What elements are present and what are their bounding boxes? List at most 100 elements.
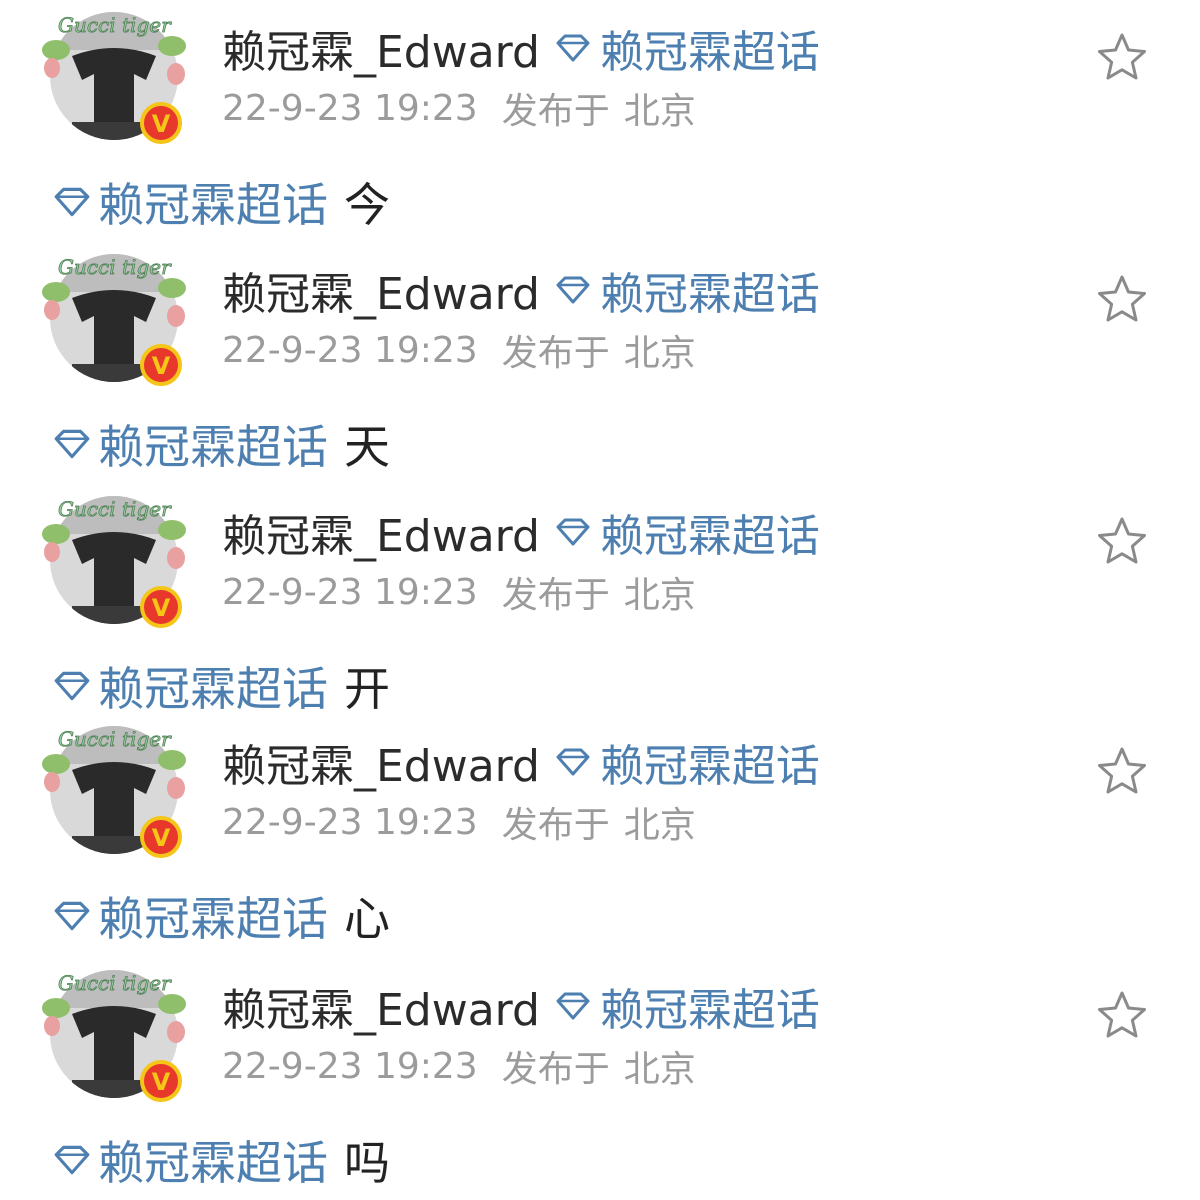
post-meta: 22-9-23 19:23 发布于 北京	[222, 1042, 696, 1091]
post-location: 北京	[623, 1049, 696, 1090]
user-avatar[interactable]: Gucci tiger V	[42, 968, 186, 1102]
published-label: 发布于	[501, 91, 610, 132]
star-outline-icon[interactable]	[1094, 514, 1150, 570]
user-avatar[interactable]: Gucci tiger V	[42, 494, 186, 628]
body-topic-label: 赖冠霖超话	[98, 662, 328, 716]
verified-badge-icon: V	[140, 1060, 182, 1102]
post-text: 今	[344, 178, 390, 232]
post-header: Gucci tiger V 赖冠霖_Edward 赖冠霖超话 22-9-23 1…	[0, 714, 1200, 874]
avatar-overlay-text: Gucci tiger	[58, 255, 172, 279]
published-label: 发布于	[501, 1049, 610, 1090]
published-label: 发布于	[501, 333, 610, 374]
post-text: 天	[344, 420, 390, 474]
diamond-icon	[54, 901, 90, 931]
post-location: 北京	[623, 805, 696, 846]
post-location: 北京	[623, 575, 696, 616]
post-text: 开	[344, 662, 390, 716]
star-outline-icon[interactable]	[1094, 272, 1150, 328]
star-outline-icon[interactable]	[1094, 30, 1150, 86]
post-body: 赖冠霖超话 今	[52, 172, 390, 232]
feed-post: Gucci tiger V 赖冠霖_Edward 赖冠霖超话 22-9-23 1…	[0, 484, 1200, 724]
body-topic-link[interactable]: 赖冠霖超话	[52, 1127, 328, 1193]
post-meta: 22-9-23 19:23 发布于 北京	[222, 568, 696, 617]
verified-badge-text: V	[152, 110, 171, 138]
diamond-icon	[556, 34, 590, 62]
username-row: 赖冠霖_Edward 赖冠霖超话	[222, 976, 820, 1036]
star-outline-icon[interactable]	[1094, 988, 1150, 1044]
header-topic-link[interactable]: 赖冠霖超话	[554, 258, 820, 322]
diamond-icon	[556, 992, 590, 1020]
user-avatar[interactable]: Gucci tiger V	[42, 10, 186, 144]
body-topic-label: 赖冠霖超话	[98, 178, 328, 232]
username-link[interactable]: 赖冠霖_Edward	[222, 974, 540, 1038]
username-row: 赖冠霖_Edward 赖冠霖超话	[222, 502, 820, 562]
username-row: 赖冠霖_Edward 赖冠霖超话	[222, 732, 820, 792]
body-topic-link[interactable]: 赖冠霖超话	[52, 411, 328, 477]
header-topic-link[interactable]: 赖冠霖超话	[554, 974, 820, 1038]
avatar-overlay-text: Gucci tiger	[58, 13, 172, 37]
post-meta: 22-9-23 19:23 发布于 北京	[222, 798, 696, 847]
header-topic-label: 赖冠霖超话	[599, 741, 820, 792]
verified-badge-text: V	[152, 352, 171, 380]
username-link[interactable]: 赖冠霖_Edward	[222, 16, 540, 80]
feed-post: Gucci tiger V 赖冠霖_Edward 赖冠霖超话 22-9-23 1…	[0, 714, 1200, 954]
star-outline-icon[interactable]	[1094, 744, 1150, 800]
username-link[interactable]: 赖冠霖_Edward	[222, 258, 540, 322]
weibo-feed: Gucci tiger V 赖冠霖_Edward 赖冠霖超话 22-9-23 1…	[0, 0, 1200, 1200]
username-row: 赖冠霖_Edward 赖冠霖超话	[222, 260, 820, 320]
header-topic-link[interactable]: 赖冠霖超话	[554, 730, 820, 794]
body-topic-link[interactable]: 赖冠霖超话	[52, 169, 328, 235]
body-topic-label: 赖冠霖超话	[98, 1136, 328, 1190]
diamond-icon	[54, 1145, 90, 1175]
username-link[interactable]: 赖冠霖_Edward	[222, 730, 540, 794]
post-body: 赖冠霖超话 吗	[52, 1130, 390, 1190]
diamond-icon	[54, 429, 90, 459]
header-topic-link[interactable]: 赖冠霖超话	[554, 16, 820, 80]
post-body: 赖冠霖超话 天	[52, 414, 390, 474]
post-timestamp: 22-9-23 19:23	[222, 329, 478, 371]
feed-post: Gucci tiger V 赖冠霖_Edward 赖冠霖超话 22-9-23 1…	[0, 242, 1200, 482]
user-avatar[interactable]: Gucci tiger V	[42, 252, 186, 386]
post-location: 北京	[623, 333, 696, 374]
avatar-overlay-text: Gucci tiger	[58, 971, 172, 995]
post-body: 赖冠霖超话 心	[52, 886, 390, 946]
post-text: 吗	[344, 1136, 390, 1190]
post-meta: 22-9-23 19:23 发布于 北京	[222, 84, 696, 133]
username-row: 赖冠霖_Edward 赖冠霖超话	[222, 18, 820, 78]
verified-badge-text: V	[152, 1068, 171, 1096]
feed-post: Gucci tiger V 赖冠霖_Edward 赖冠霖超话 22-9-23 1…	[0, 0, 1200, 240]
diamond-icon	[556, 518, 590, 546]
published-label: 发布于	[501, 575, 610, 616]
post-meta: 22-9-23 19:23 发布于 北京	[222, 326, 696, 375]
body-topic-link[interactable]: 赖冠霖超话	[52, 883, 328, 949]
verified-badge-icon: V	[140, 102, 182, 144]
post-location: 北京	[623, 91, 696, 132]
feed-post: Gucci tiger V 赖冠霖_Edward 赖冠霖超话 22-9-23 1…	[0, 958, 1200, 1198]
post-text: 心	[344, 892, 390, 946]
post-header: Gucci tiger V 赖冠霖_Edward 赖冠霖超话 22-9-23 1…	[0, 242, 1200, 402]
post-timestamp: 22-9-23 19:23	[222, 1045, 478, 1087]
diamond-icon	[54, 187, 90, 217]
post-header: Gucci tiger V 赖冠霖_Edward 赖冠霖超话 22-9-23 1…	[0, 0, 1200, 160]
verified-badge-text: V	[152, 594, 171, 622]
user-avatar[interactable]: Gucci tiger V	[42, 724, 186, 858]
diamond-icon	[556, 748, 590, 776]
header-topic-link[interactable]: 赖冠霖超话	[554, 500, 820, 564]
header-topic-label: 赖冠霖超话	[599, 985, 820, 1036]
post-timestamp: 22-9-23 19:23	[222, 571, 478, 613]
body-topic-link[interactable]: 赖冠霖超话	[52, 653, 328, 719]
published-label: 发布于	[501, 805, 610, 846]
verified-badge-text: V	[152, 824, 171, 852]
body-topic-label: 赖冠霖超话	[98, 420, 328, 474]
body-topic-label: 赖冠霖超话	[98, 892, 328, 946]
header-topic-label: 赖冠霖超话	[599, 27, 820, 78]
diamond-icon	[556, 276, 590, 304]
avatar-overlay-text: Gucci tiger	[58, 497, 172, 521]
username-link[interactable]: 赖冠霖_Edward	[222, 500, 540, 564]
post-header: Gucci tiger V 赖冠霖_Edward 赖冠霖超话 22-9-23 1…	[0, 958, 1200, 1118]
post-timestamp: 22-9-23 19:23	[222, 87, 478, 129]
avatar-overlay-text: Gucci tiger	[58, 727, 172, 751]
diamond-icon	[54, 671, 90, 701]
post-header: Gucci tiger V 赖冠霖_Edward 赖冠霖超话 22-9-23 1…	[0, 484, 1200, 644]
header-topic-label: 赖冠霖超话	[599, 269, 820, 320]
